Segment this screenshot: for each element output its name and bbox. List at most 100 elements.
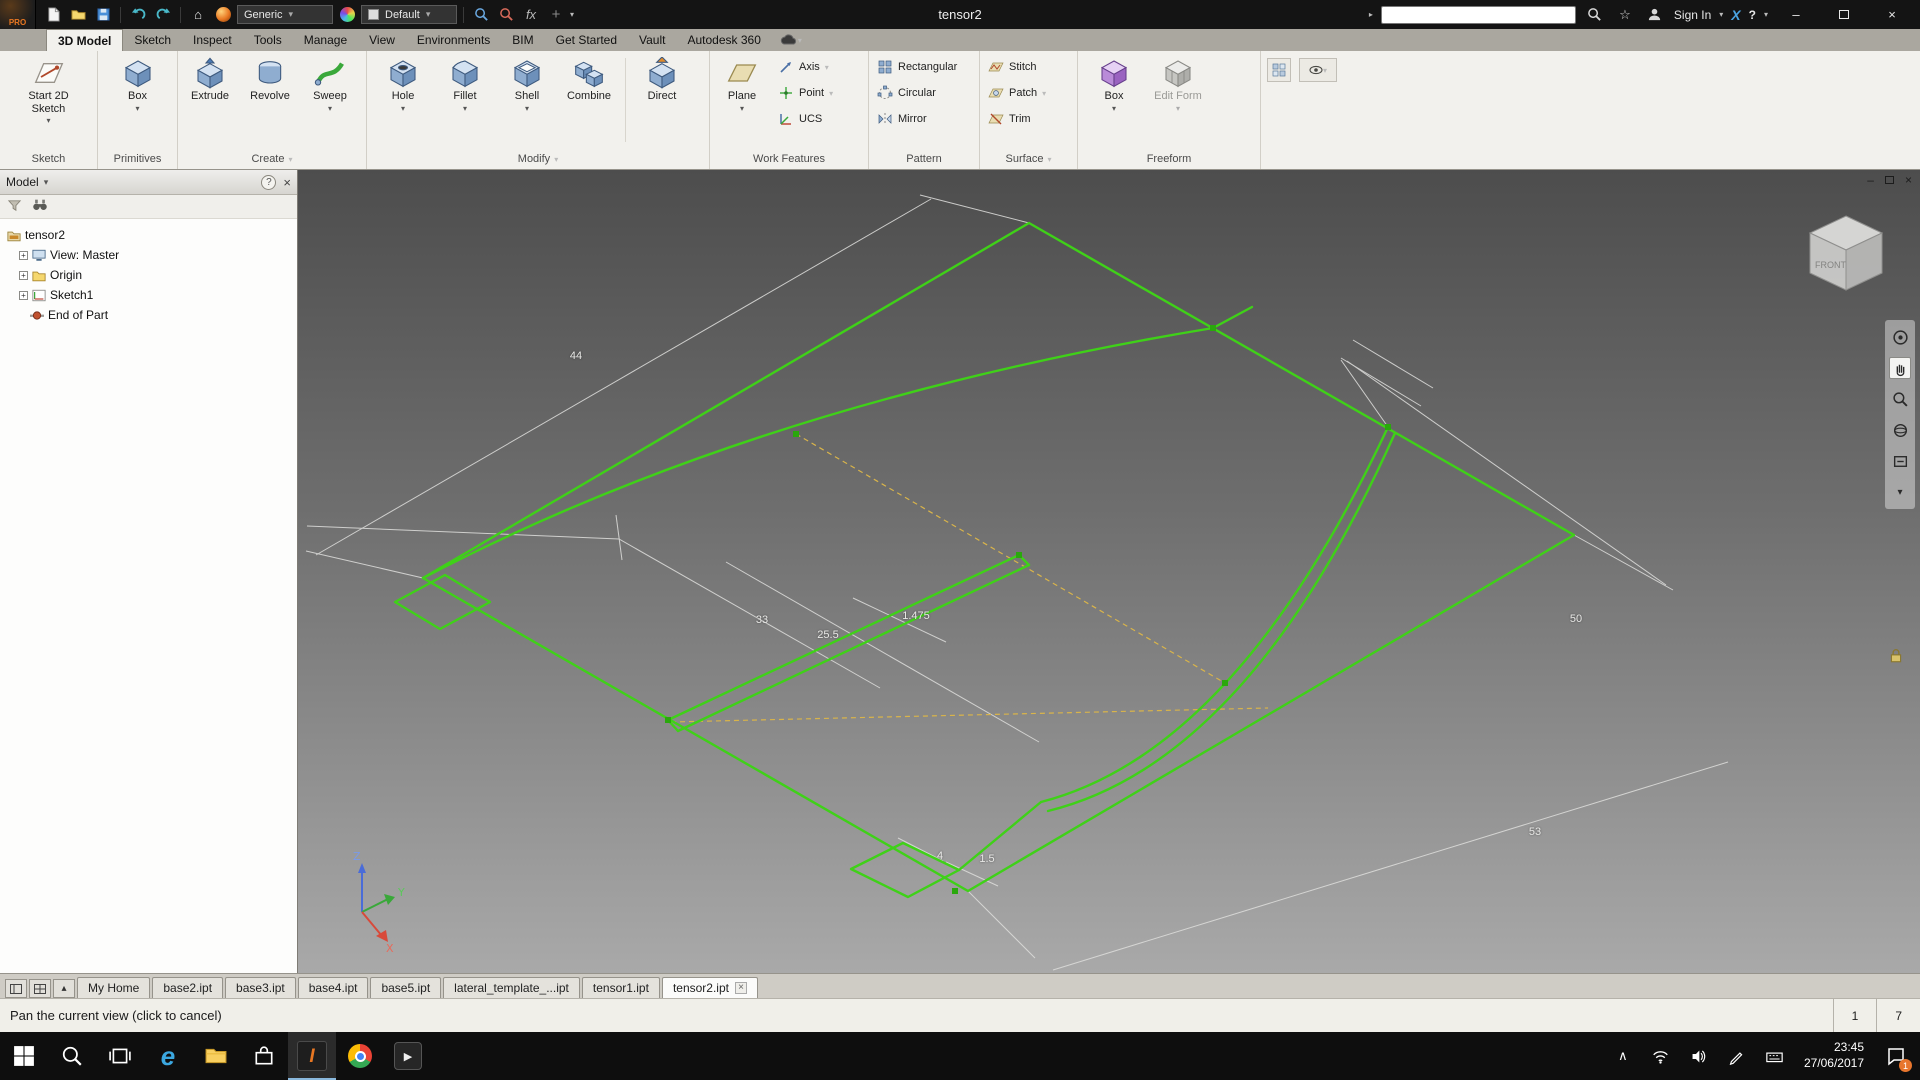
primitive-box-button[interactable]: Box ▾	[110, 54, 166, 113]
tile-windows-button[interactable]	[29, 979, 51, 998]
tree-item-view-master[interactable]: + View: Master	[3, 245, 294, 265]
dimension-label-50[interactable]: 50	[1570, 613, 1582, 625]
media-app-button[interactable]: ▶	[384, 1032, 432, 1080]
panel-label-surface[interactable]: Surface▾	[980, 149, 1077, 169]
shell-button[interactable]: Shell ▾	[499, 54, 555, 113]
doc-tab-base4[interactable]: base4.ipt	[298, 977, 369, 998]
chevron-down-icon[interactable]: ▾	[1719, 10, 1723, 19]
doc-tab-my-home[interactable]: My Home	[77, 977, 150, 998]
trim-button[interactable]: Trim	[984, 106, 1050, 132]
pan-tool-icon[interactable]	[1889, 357, 1911, 379]
filter-icon[interactable]	[7, 198, 22, 216]
touch-keyboard-icon[interactable]	[1758, 1032, 1792, 1080]
minimize-button[interactable]: –	[1776, 0, 1816, 29]
edit-form-button[interactable]: Edit Form ▾	[1150, 54, 1206, 113]
tab-get-started[interactable]: Get Started	[545, 29, 628, 51]
plane-button[interactable]: Plane ▾	[714, 54, 770, 113]
chevron-down-icon[interactable]: ▾	[1764, 10, 1768, 19]
dimension-label-33[interactable]: 33	[756, 614, 768, 626]
tab-3d-model[interactable]: 3D Model	[46, 29, 123, 51]
taskbar-search-button[interactable]	[48, 1032, 96, 1080]
taskbar-clock[interactable]: 23:45 27/06/2017	[1796, 1040, 1872, 1071]
zoom-in-button[interactable]	[470, 4, 492, 26]
open-file-button[interactable]	[67, 4, 89, 26]
combine-button[interactable]: Combine	[561, 54, 617, 103]
action-center-button[interactable]: 1	[1876, 1032, 1916, 1080]
chevron-down-icon[interactable]: ▾	[463, 104, 467, 113]
exchange-apps-icon[interactable]: X	[1731, 7, 1740, 23]
zoom-tool-icon[interactable]	[1889, 388, 1911, 410]
qat-customize-icon[interactable]: ▾	[570, 10, 574, 19]
store-button[interactable]	[240, 1032, 288, 1080]
ucs-button[interactable]: UCS	[774, 106, 837, 132]
inventor-taskbar-button[interactable]: I	[288, 1032, 336, 1080]
chevron-down-icon[interactable]: ▾	[328, 104, 332, 113]
point-button[interactable]: Point ▾	[774, 80, 837, 106]
hole-button[interactable]: Hole ▾	[375, 54, 431, 113]
tree-item-end-of-part[interactable]: End of Part	[3, 305, 294, 325]
tab-autodesk-360[interactable]: Autodesk 360	[676, 29, 771, 51]
tab-bim[interactable]: BIM	[501, 29, 544, 51]
appearance-dropdown[interactable]: Default▾	[361, 5, 457, 24]
orbit-tool-icon[interactable]	[1889, 419, 1911, 441]
panel-label-modify[interactable]: Modify▾	[367, 149, 709, 169]
tray-overflow-icon[interactable]: ∧	[1606, 1032, 1640, 1080]
tab-inspect[interactable]: Inspect	[182, 29, 243, 51]
appearance-visibility-dropdown[interactable]: ▾	[1299, 58, 1337, 82]
search-binoculars-icon[interactable]	[32, 198, 48, 215]
tree-item-sketch1[interactable]: + Sketch1	[3, 285, 294, 305]
edge-browser-button[interactable]: e	[144, 1032, 192, 1080]
chevron-down-icon[interactable]: ▾	[1112, 104, 1116, 113]
dimension-label-1-475[interactable]: 1.475	[902, 610, 930, 622]
dimension-label-44[interactable]: 44	[570, 350, 582, 362]
parameters-fx-button[interactable]: fx	[520, 4, 542, 26]
patch-button[interactable]: Patch ▾	[984, 80, 1050, 106]
undo-button[interactable]	[127, 4, 149, 26]
axis-button[interactable]: Axis ▾	[774, 54, 837, 80]
task-view-button[interactable]	[96, 1032, 144, 1080]
new-file-button[interactable]	[42, 4, 64, 26]
steering-wheel-icon[interactable]	[1889, 326, 1911, 348]
expand-tabs-button[interactable]: ▴	[53, 979, 75, 998]
expander-icon[interactable]: +	[19, 251, 28, 260]
sketch-canvas[interactable]: Z Y X	[298, 170, 1920, 973]
tab-tools[interactable]: Tools	[243, 29, 293, 51]
freeform-box-button[interactable]: Box ▾	[1086, 54, 1142, 113]
maximize-button[interactable]	[1824, 0, 1864, 29]
home-button[interactable]: ⌂	[187, 4, 209, 26]
dimension-label-4[interactable]: 4	[937, 850, 943, 862]
viewport-restore-icon[interactable]	[1885, 176, 1894, 184]
sweep-button[interactable]: Sweep ▾	[302, 54, 358, 113]
close-button[interactable]: ×	[1872, 0, 1912, 29]
zoom-selected-button[interactable]	[495, 4, 517, 26]
chevron-down-icon[interactable]: ▾	[401, 104, 405, 113]
network-icon[interactable]	[1644, 1032, 1678, 1080]
tab-view[interactable]: View	[358, 29, 406, 51]
chevron-down-icon[interactable]: ▾	[829, 89, 833, 98]
sign-in-label[interactable]: Sign In	[1674, 8, 1711, 22]
look-at-tool-icon[interactable]	[1889, 450, 1911, 472]
doc-tab-base3[interactable]: base3.ipt	[225, 977, 296, 998]
tab-sketch[interactable]: Sketch	[123, 29, 182, 51]
expander-icon[interactable]: +	[19, 271, 28, 280]
tree-item-origin[interactable]: + Origin	[3, 265, 294, 285]
search-input[interactable]	[1381, 6, 1576, 24]
dimension-label-1-5[interactable]: 1.5	[979, 853, 994, 865]
start-2d-sketch-button[interactable]: Start 2D Sketch ▾	[13, 54, 85, 125]
tree-item-root[interactable]: tensor2	[3, 225, 294, 245]
browser-help-icon[interactable]: ?	[261, 175, 276, 190]
doc-tab-base2[interactable]: base2.ipt	[152, 977, 223, 998]
redo-button[interactable]	[152, 4, 174, 26]
chevron-down-icon[interactable]: ▾	[44, 177, 49, 188]
graphics-viewport[interactable]: Z Y X 44 33 25.5 1.475 50 53 4 1.5 – × F…	[298, 170, 1920, 973]
tab-vault[interactable]: Vault	[628, 29, 676, 51]
viewport-minimize-icon[interactable]: –	[1867, 173, 1874, 187]
extrude-button[interactable]: Extrude	[182, 54, 238, 103]
tab-environments[interactable]: Environments	[406, 29, 501, 51]
chevron-down-icon[interactable]: ▾	[740, 104, 744, 113]
view-cube[interactable]: FRONT	[1798, 206, 1894, 302]
pen-workspace-icon[interactable]	[1720, 1032, 1754, 1080]
browser-header[interactable]: Model ▾ ? ×	[0, 170, 297, 195]
start-button[interactable]	[0, 1032, 48, 1080]
doc-tab-tensor2[interactable]: tensor2.ipt×	[662, 977, 758, 998]
